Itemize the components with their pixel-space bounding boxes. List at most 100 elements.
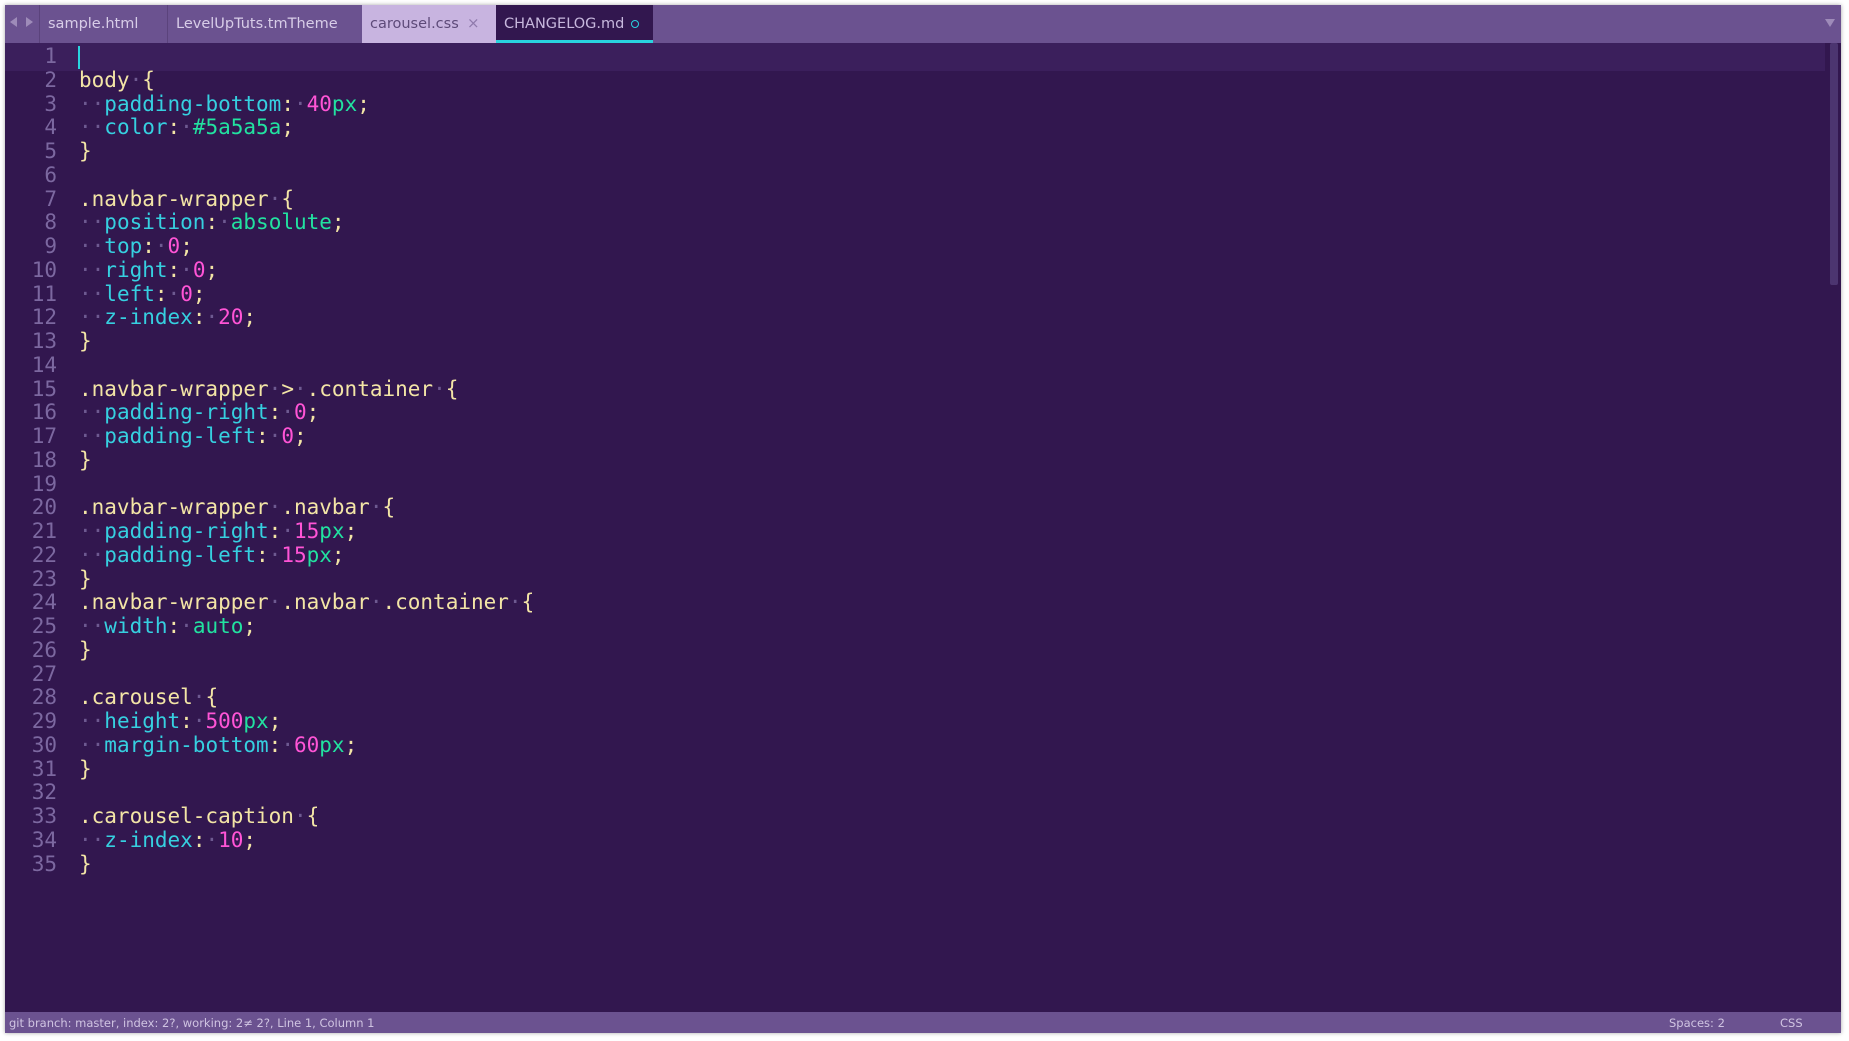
tab-scroll-right-icon[interactable] <box>26 17 33 27</box>
code-token: #5a5a5a <box>192 115 282 140</box>
code-token: ·· <box>79 732 105 757</box>
text-caret <box>78 46 80 69</box>
code-token: margin-bottom <box>104 732 269 757</box>
code-line[interactable]: ··z-index:·20; <box>79 303 256 331</box>
code-line[interactable]: ··padding-left:·15px; <box>79 541 345 569</box>
code-token: 500 <box>205 709 244 733</box>
code-line[interactable]: } <box>79 636 92 664</box>
code-token: · <box>268 424 282 448</box>
code-line[interactable]: ··padding-left:·0; <box>79 422 307 450</box>
code-token: z-index <box>104 305 193 330</box>
code-line[interactable]: ··z-index:·10; <box>79 826 256 854</box>
code-token: · <box>268 590 282 615</box>
code-token: · <box>192 709 206 733</box>
status-indentation[interactable]: Spaces: 2 <box>1669 1016 1725 1030</box>
code-token: .navbar <box>281 590 370 615</box>
vertical-scrollbar[interactable] <box>1827 43 1841 1012</box>
code-token: ·· <box>79 827 105 852</box>
code-line[interactable]: ··margin-bottom:·60px; <box>79 731 357 759</box>
code-token: ; <box>192 281 206 306</box>
code-token: 20 <box>218 305 244 330</box>
code-token: 0 <box>192 257 206 282</box>
code-token: 10 <box>218 827 244 852</box>
code-token: .container <box>306 376 434 401</box>
code-token: ; <box>243 305 257 330</box>
code-token: · <box>281 400 294 425</box>
tab-sample-html[interactable]: sample.html <box>39 5 169 43</box>
status-syntax[interactable]: CSS <box>1780 1016 1803 1030</box>
code-token: 40 <box>306 91 332 116</box>
code-token: ; <box>268 709 282 733</box>
code-token: · <box>293 91 307 116</box>
code-token: ·· <box>79 210 105 235</box>
status-git-info: git branch: master, index: 2?, working: … <box>9 1016 375 1030</box>
code-token: : <box>180 709 193 733</box>
code-token: : <box>268 400 282 425</box>
close-icon[interactable]: × <box>467 14 480 32</box>
code-token: ·· <box>79 400 105 425</box>
code-token: : <box>268 519 282 543</box>
code-token: padding-right <box>104 400 269 425</box>
code-token: ; <box>306 400 320 425</box>
code-token: > <box>281 376 294 401</box>
code-token: } <box>79 139 92 163</box>
code-token: : <box>167 614 181 638</box>
tab-scroll-left-icon[interactable] <box>10 17 17 27</box>
code-token: 60 <box>293 732 320 757</box>
code-token: · <box>154 234 168 258</box>
code-token: px <box>331 91 358 116</box>
code-token: px <box>319 732 345 757</box>
code-token: ; <box>331 210 345 235</box>
tab-bar: sample.html LevelUpTuts.tmTheme carousel… <box>5 5 1841 43</box>
code-token: ; <box>357 91 370 116</box>
code-token: { <box>205 685 219 710</box>
tab-leveluptuts-tmtheme[interactable]: LevelUpTuts.tmTheme <box>167 5 368 43</box>
code-token: { <box>281 186 294 211</box>
code-token: .navbar-wrapper <box>79 186 269 211</box>
code-token: · <box>167 281 181 306</box>
code-token: .navbar <box>281 495 370 520</box>
code-token: ·· <box>79 115 105 140</box>
code-line[interactable]: } <box>79 446 92 474</box>
tab-changelog-md[interactable]: CHANGELOG.md <box>496 5 653 43</box>
current-line-highlight <box>5 43 1825 71</box>
code-token: ·· <box>79 519 105 543</box>
code-line[interactable]: ··width:·auto; <box>79 612 256 640</box>
code-token: · <box>268 495 282 520</box>
tab-carousel-css[interactable]: carousel.css × <box>362 5 496 43</box>
tab-label: LevelUpTuts.tmTheme <box>176 16 338 32</box>
code-token: .navbar-wrapper <box>79 376 269 401</box>
code-token: { <box>445 376 459 401</box>
code-token: 0 <box>293 400 307 425</box>
code-token: px <box>319 519 345 543</box>
code-token: padding-bottom <box>104 91 282 116</box>
unsaved-dot-icon[interactable] <box>631 20 639 28</box>
code-token: } <box>79 329 92 353</box>
code-line[interactable]: } <box>79 850 92 878</box>
code-token: ·· <box>79 542 105 567</box>
code-editor[interactable]: 1 2 3 4 5 6 7 8 9 10 11 12 13 14 15 16 17 18 19 20 21 22 23 24 2… <box>5 43 1825 1012</box>
code-token: position <box>104 210 206 235</box>
code-token: padding-left <box>104 542 257 567</box>
code-line[interactable]: } <box>79 755 92 783</box>
code-line[interactable]: ··color:·#5a5a5a; <box>79 113 294 141</box>
code-token: · <box>180 614 193 638</box>
code-token: ·· <box>79 234 105 258</box>
code-line[interactable]: } <box>79 327 92 355</box>
code-token: } <box>79 637 92 662</box>
code-token: · <box>180 257 193 282</box>
code-token: ·· <box>79 305 105 330</box>
code-token: ; <box>180 234 193 258</box>
code-token: z-index <box>104 827 193 852</box>
code-token: · <box>218 210 231 235</box>
scrollbar-thumb[interactable] <box>1830 43 1838 285</box>
code-token: · <box>192 685 206 710</box>
tab-overflow-chevron-down-icon[interactable] <box>1825 19 1835 27</box>
code-token: .navbar-wrapper <box>79 495 269 520</box>
code-token: : <box>281 91 294 116</box>
code-line[interactable]: } <box>79 137 92 165</box>
code-token: { <box>382 495 396 520</box>
code-token: : <box>192 827 206 852</box>
tab-label: sample.html <box>48 16 139 32</box>
tab-label: carousel.css <box>370 16 459 32</box>
